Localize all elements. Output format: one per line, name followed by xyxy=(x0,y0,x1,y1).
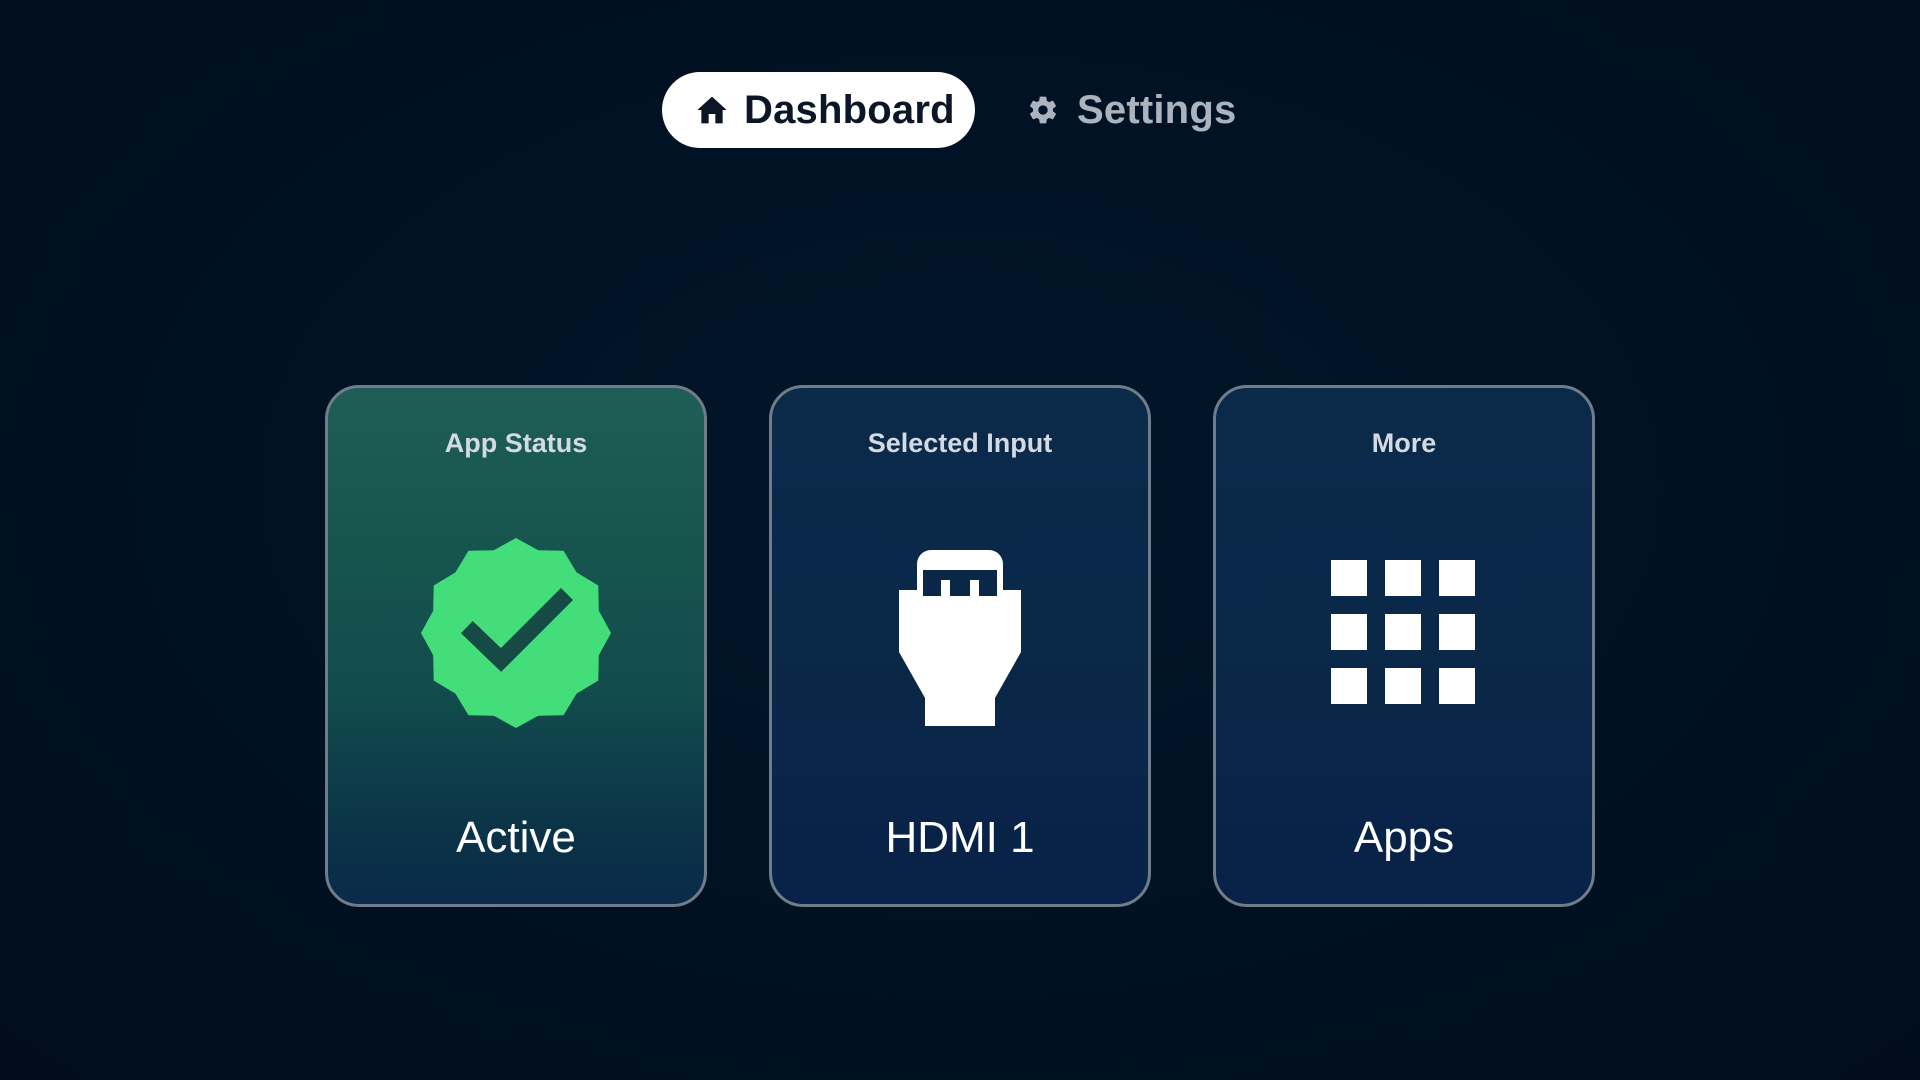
card-title: More xyxy=(1371,428,1437,458)
home-icon xyxy=(696,92,728,128)
more-apps-card[interactable]: More Apps xyxy=(1213,385,1595,907)
top-navigation: Dashboard Settings xyxy=(662,72,1236,148)
tab-settings[interactable]: Settings xyxy=(1025,72,1236,148)
card-value: Active xyxy=(456,813,576,862)
tab-dashboard-label: Dashboard xyxy=(744,87,955,132)
gear-icon xyxy=(1025,92,1061,128)
tab-settings-label: Settings xyxy=(1077,87,1237,132)
card-value: Apps xyxy=(1353,813,1455,862)
card-value: HDMI 1 xyxy=(885,813,1035,862)
dashboard-cards: App Status Active Selected Input HDMI 1 … xyxy=(325,385,1595,907)
hdmi-connector-icon xyxy=(899,550,1021,726)
tab-dashboard[interactable]: Dashboard xyxy=(662,72,975,148)
verified-badge-icon xyxy=(421,538,611,728)
card-title: App Status xyxy=(444,428,588,458)
selected-input-card[interactable]: Selected Input HDMI 1 xyxy=(769,385,1151,907)
apps-grid-icon xyxy=(1331,560,1475,704)
app-status-card[interactable]: App Status Active xyxy=(325,385,707,907)
card-title: Selected Input xyxy=(867,428,1053,458)
